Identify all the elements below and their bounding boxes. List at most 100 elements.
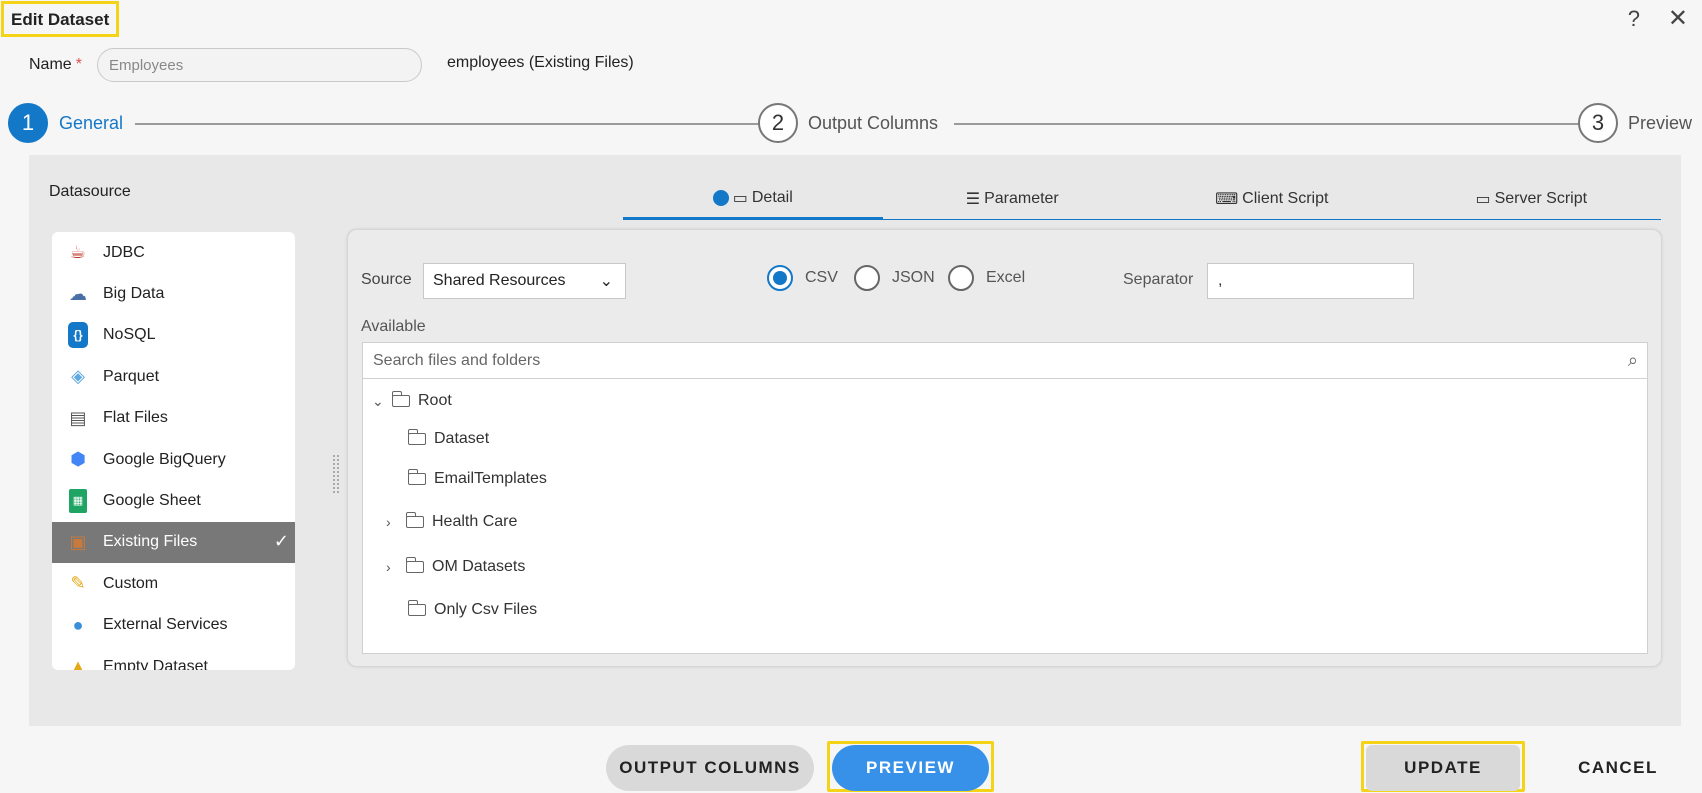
check-icon: ✓ — [273, 530, 289, 551]
datasource-item-nosql[interactable]: {} NoSQL — [52, 315, 295, 356]
datasource-item-existing-files[interactable]: ▣ Existing Files ✓ — [52, 521, 295, 564]
globe-icon: ● — [72, 614, 84, 635]
name-label: Name * — [29, 56, 82, 73]
datasource-item-label: NoSQL — [103, 326, 156, 344]
step-1-circle[interactable]: 1 — [8, 103, 48, 143]
separator-input[interactable] — [1207, 263, 1414, 299]
folder-icon — [407, 469, 426, 485]
excel-label: Excel — [986, 269, 1026, 286]
tree-item-label: OM Datasets — [432, 558, 526, 575]
available-label: Available — [361, 318, 426, 335]
tree-item-health-care[interactable]: › Health Care — [386, 512, 518, 531]
client-script-icon: ⌨ — [1215, 190, 1239, 208]
tab-parameter[interactable]: ☰ Parameter — [883, 178, 1143, 219]
tab-client-script[interactable]: ⌨ Client Script — [1142, 178, 1402, 219]
active-dot-icon — [712, 189, 729, 206]
datasource-item-flat-files[interactable]: ▤ Flat Files — [52, 398, 295, 439]
step-connector — [135, 123, 759, 125]
datasource-item-jdbc[interactable]: ☕ JDBC — [52, 232, 295, 273]
chevron-down-icon[interactable]: ⌄ — [372, 393, 392, 410]
step-2-circle[interactable]: 2 — [758, 103, 798, 143]
tab-label: Parameter — [984, 189, 1059, 207]
tree-item-root[interactable]: ⌄ Root — [372, 391, 452, 410]
folder-icon — [407, 429, 426, 445]
chevron-down-icon: ⌄ — [599, 273, 613, 290]
dialog-title: Edit Dataset — [1, 1, 119, 37]
tab-label: Detail — [751, 188, 793, 206]
datasource-item-label: Google BigQuery — [103, 450, 226, 468]
datasource-item-label: External Services — [103, 616, 228, 634]
datasource-item-label: Flat Files — [103, 409, 168, 427]
datasource-item-google-sheet[interactable]: ▦ Google Sheet — [52, 480, 295, 521]
cancel-button[interactable]: CANCEL — [1566, 745, 1670, 791]
tab-detail[interactable]: ▭ Detail — [623, 178, 883, 220]
detail-tabs: ▭ Detail ☰ Parameter ⌨ Client Script ▭ S… — [623, 178, 1661, 220]
close-icon[interactable]: ✕ — [1668, 4, 1688, 33]
datasource-item-big-data[interactable]: ☁ Big Data — [52, 273, 295, 314]
datasource-item-empty-dataset[interactable]: ▲ Empty Dataset — [52, 646, 295, 670]
existing-files-icon: ▣ — [69, 531, 87, 552]
folder-icon — [391, 391, 410, 407]
tree-item-only-csv-files[interactable]: Only Csv Files — [407, 600, 538, 619]
step-2-label[interactable]: Output Columns — [808, 113, 938, 134]
file-tree: ⌕ ⌄ Root Dataset EmailTemplates › Health… — [362, 342, 1648, 654]
required-mark: * — [75, 56, 82, 73]
csv-label: CSV — [805, 269, 838, 286]
datasource-item-external-services[interactable]: ● External Services — [52, 605, 295, 646]
format-option-csv[interactable]: CSV — [767, 265, 838, 291]
step-3-circle[interactable]: 3 — [1578, 103, 1618, 143]
tab-label: Client Script — [1242, 189, 1329, 207]
sliders-icon: ☰ — [965, 190, 981, 208]
format-option-excel[interactable]: Excel — [948, 265, 1025, 291]
detail-icon: ▭ — [732, 189, 748, 207]
excel-radio[interactable] — [948, 265, 974, 291]
server-script-icon: ▭ — [1475, 190, 1491, 208]
datasource-list[interactable]: ☕ JDBC ☁ Big Data {} NoSQL ◈ Parquet ▤ F… — [52, 232, 295, 670]
tree-item-emailtemplates[interactable]: EmailTemplates — [407, 469, 547, 488]
output-columns-button[interactable]: OUTPUT COLUMNS — [606, 745, 814, 791]
google-sheet-icon: ▦ — [64, 488, 92, 514]
tree-item-label: Only Csv Files — [434, 601, 538, 618]
folder-icon — [405, 512, 424, 528]
java-icon: ☕ — [69, 242, 87, 263]
step-3-label[interactable]: Preview — [1628, 113, 1692, 134]
tree-item-label: Root — [418, 392, 452, 409]
tree-item-label: EmailTemplates — [434, 470, 547, 487]
tree-item-om-datasets[interactable]: › OM Datasets — [386, 557, 526, 576]
datasource-item-label: Existing Files — [103, 533, 198, 551]
tree-item-label: Dataset — [434, 430, 490, 447]
tab-server-script[interactable]: ▭ Server Script — [1402, 178, 1662, 219]
empty-dataset-icon: ▲ — [69, 656, 87, 670]
chevron-right-icon[interactable]: › — [386, 559, 406, 575]
panel-splitter[interactable] — [333, 455, 339, 493]
nosql-icon: {} — [64, 322, 92, 349]
datasource-item-parquet[interactable]: ◈ Parquet — [52, 356, 295, 397]
datasource-heading: Datasource — [49, 183, 131, 200]
datasource-item-label: Empty Dataset — [103, 657, 208, 670]
help-icon[interactable]: ? — [1628, 6, 1640, 32]
tree-item-label: Health Care — [432, 513, 518, 530]
preview-button[interactable]: PREVIEW — [832, 745, 989, 791]
datasource-item-custom[interactable]: ✎ Custom — [52, 563, 295, 604]
search-icon[interactable]: ⌕ — [1628, 350, 1638, 371]
parquet-icon: ◈ — [71, 366, 85, 387]
custom-tools-icon: ✎ — [70, 573, 86, 594]
format-option-json[interactable]: JSON — [854, 265, 935, 291]
folder-icon — [405, 557, 424, 573]
chevron-right-icon[interactable]: › — [386, 514, 406, 530]
json-radio[interactable] — [854, 265, 880, 291]
tab-label: Server Script — [1494, 189, 1588, 207]
cloud-database-icon: ☁ — [69, 283, 87, 304]
bigquery-icon: ⬢ — [70, 449, 86, 470]
datasource-item-google-bigquery[interactable]: ⬢ Google BigQuery — [52, 439, 295, 480]
tree-item-dataset[interactable]: Dataset — [407, 429, 490, 448]
step-1-label[interactable]: General — [59, 113, 123, 134]
datasource-item-label: Google Sheet — [103, 492, 201, 510]
search-input[interactable] — [363, 343, 1647, 379]
source-select[interactable]: Shared Resources ⌄ — [423, 263, 626, 299]
csv-radio[interactable] — [767, 265, 793, 291]
folder-icon — [407, 600, 426, 616]
name-input[interactable] — [97, 48, 422, 82]
update-button[interactable]: UPDATE — [1366, 745, 1520, 791]
step-connector — [954, 123, 1579, 125]
